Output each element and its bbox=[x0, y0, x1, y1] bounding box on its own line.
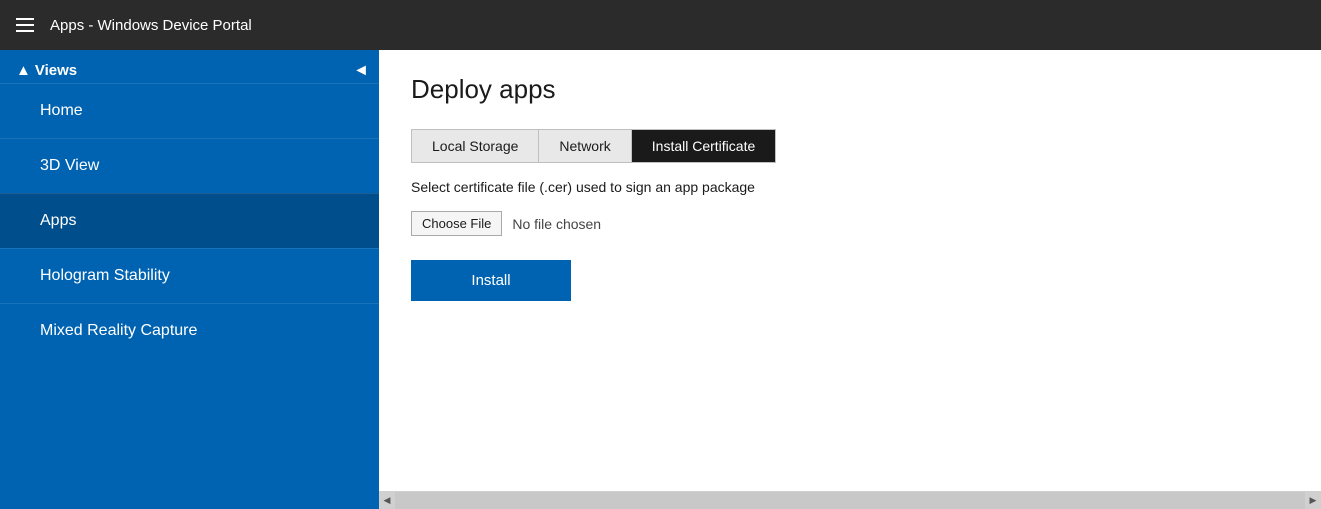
content-scroll: Deploy apps Local Storage Network Instal… bbox=[379, 50, 1321, 491]
scroll-right-arrow[interactable]: ▶ bbox=[1305, 492, 1321, 509]
tabs-row: Local Storage Network Install Certificat… bbox=[411, 129, 776, 163]
sidebar: ◄ ▲ Views Home 3D View Apps Hologram Sta… bbox=[0, 50, 379, 509]
sidebar-item-label-hologram-stability: Hologram Stability bbox=[40, 267, 170, 285]
certificate-description: Select certificate file (.cer) used to s… bbox=[411, 179, 1289, 195]
choose-file-button[interactable]: Choose File bbox=[411, 211, 502, 236]
tab-local-storage[interactable]: Local Storage bbox=[412, 130, 539, 162]
header: Apps - Windows Device Portal bbox=[0, 0, 1321, 50]
no-file-chosen-label: No file chosen bbox=[512, 216, 601, 232]
scroll-track[interactable] bbox=[395, 492, 1305, 509]
sidebar-item-apps[interactable]: Apps bbox=[0, 193, 379, 248]
hamburger-menu-icon[interactable] bbox=[16, 18, 34, 32]
main-layout: ◄ ▲ Views Home 3D View Apps Hologram Sta… bbox=[0, 50, 1321, 509]
sidebar-views-label: Views bbox=[35, 62, 77, 79]
page-title: Deploy apps bbox=[411, 74, 1289, 105]
content-area: Deploy apps Local Storage Network Instal… bbox=[379, 50, 1321, 509]
sidebar-item-label-apps: Apps bbox=[40, 212, 76, 230]
sidebar-item-label-mixed-reality-capture: Mixed Reality Capture bbox=[40, 322, 197, 340]
sidebar-item-label-3d-view: 3D View bbox=[40, 157, 99, 175]
sidebar-views-arrow: ▲ bbox=[16, 62, 31, 79]
sidebar-item-mixed-reality-capture[interactable]: Mixed Reality Capture bbox=[0, 303, 379, 358]
file-chooser-row: Choose File No file chosen bbox=[411, 211, 1289, 236]
sidebar-item-home[interactable]: Home bbox=[0, 83, 379, 138]
header-title: Apps - Windows Device Portal bbox=[50, 17, 252, 34]
sidebar-item-hologram-stability[interactable]: Hologram Stability bbox=[0, 248, 379, 303]
sidebar-item-label-home: Home bbox=[40, 102, 83, 120]
bottom-scrollbar[interactable]: ◀ ▶ bbox=[379, 491, 1321, 509]
scroll-left-arrow[interactable]: ◀ bbox=[379, 492, 395, 509]
tab-network[interactable]: Network bbox=[539, 130, 631, 162]
sidebar-views-section: ▲ Views bbox=[0, 50, 379, 79]
install-button[interactable]: Install bbox=[411, 260, 571, 301]
sidebar-item-3d-view[interactable]: 3D View bbox=[0, 138, 379, 193]
sidebar-collapse-button[interactable]: ◄ bbox=[343, 58, 379, 84]
tab-install-certificate[interactable]: Install Certificate bbox=[632, 130, 775, 162]
